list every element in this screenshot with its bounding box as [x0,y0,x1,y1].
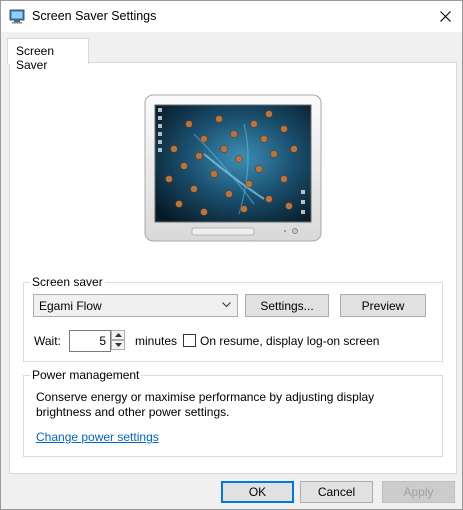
tab-strip: Screen Saver [7,38,456,72]
ok-button[interactable]: OK [221,481,294,503]
screen-saver-group: Screen saver Egami Flow Settings... Prev… [23,275,443,362]
wait-minutes-input[interactable]: 5 [69,330,111,352]
cancel-button[interactable]: Cancel [300,481,373,503]
spin-up-button[interactable] [111,330,125,340]
change-power-settings-link[interactable]: Change power settings [36,430,159,444]
title-bar: Screen Saver Settings [1,1,462,32]
resume-logon-checkbox[interactable] [183,334,196,347]
monitor-preview [144,94,322,242]
settings-button[interactable]: Settings... [245,294,329,317]
window-title: Screen Saver Settings [32,9,157,23]
screen-saver-select[interactable]: Egami Flow [33,294,238,317]
power-description-line2: brightness and other power settings. [36,405,230,419]
chevron-down-small-icon [114,343,122,347]
power-description-line1: Conserve energy or maximise performance … [36,390,375,404]
minutes-label: minutes [135,334,178,348]
power-management-group-label: Power management [30,368,142,382]
apply-button[interactable]: Apply [382,481,455,503]
wait-label: Wait: [34,334,61,348]
screen-saver-settings-window: Screen Saver Settings Screen Saver Scree… [0,0,463,510]
preview-button-label: Preview [361,298,405,313]
spin-down-button[interactable] [111,340,125,350]
tab-screen-saver[interactable]: Screen Saver [7,38,89,72]
ok-button-label: OK [248,485,267,499]
settings-button-label: Settings... [260,298,314,313]
screen-saver-group-label: Screen saver [30,275,105,289]
chevron-down-icon [222,302,231,308]
resume-logon-label[interactable]: On resume, display log-on screen [200,334,379,348]
cancel-button-label: Cancel [317,485,356,499]
wait-minutes-value: 5 [99,334,106,348]
close-button[interactable] [428,1,462,32]
power-management-group: Power management Conserve energy or maxi… [23,368,443,457]
close-icon [439,11,451,22]
screen-saver-settings-icon [9,9,25,24]
tab-panel-screen-saver: Screen saver Egami Flow Settings... Prev… [9,62,457,474]
apply-button-label: Apply [403,485,434,499]
screen-saver-select-value: Egami Flow [39,299,102,313]
preview-button[interactable]: Preview [340,294,426,317]
wait-spinner [111,330,125,350]
chevron-up-icon [114,333,122,337]
